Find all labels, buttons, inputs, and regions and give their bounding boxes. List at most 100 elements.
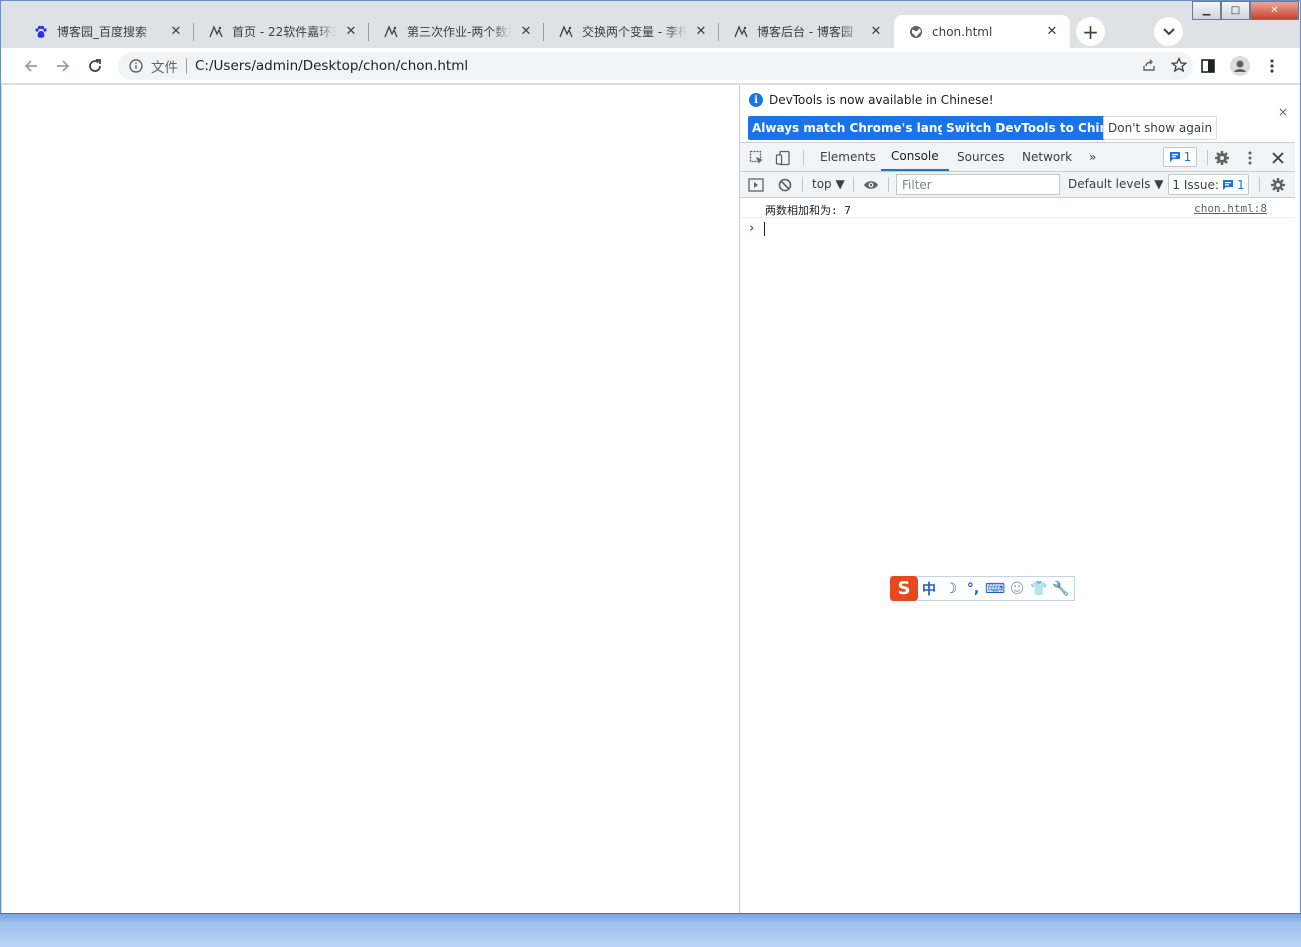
- page-viewport[interactable]: [9, 85, 739, 913]
- tab-class-home[interactable]: 首页 - 22软件嘉环3班 ✕: [194, 15, 369, 48]
- tab-blog-admin[interactable]: 博客后台 - 博客园 ✕: [719, 15, 894, 48]
- minimize-button[interactable]: ▁: [1192, 1, 1221, 20]
- sidebar-toggle-icon[interactable]: [747, 176, 765, 194]
- dont-show-again-button[interactable]: Don't show again: [1103, 116, 1218, 140]
- kebab-menu-icon: [1270, 59, 1274, 73]
- window-controls: ▁ □ ✕: [1192, 1, 1299, 21]
- tab-title: 交换两个变量 - 李梓: [582, 25, 687, 39]
- message-icon: [1169, 152, 1180, 162]
- console-message-row: 两数相加和为: 7 chon.html:8: [740, 198, 1296, 218]
- issues-count: 1: [1236, 177, 1245, 192]
- tab-search-button[interactable]: [1154, 17, 1183, 46]
- tab-swap-variables[interactable]: 交换两个变量 - 李梓 ✕: [544, 15, 719, 48]
- devtools-panel: i DevTools is now available in Chinese! …: [739, 85, 1296, 913]
- back-button[interactable]: [19, 54, 43, 78]
- arrow-right-icon: [57, 60, 70, 72]
- log-levels-dropdown[interactable]: Default levels ▼: [1068, 177, 1164, 191]
- tab-baidu-search[interactable]: 博客园_百度搜索 ✕: [19, 15, 194, 48]
- reload-icon: [89, 59, 101, 72]
- close-icon[interactable]: ✕: [868, 24, 884, 40]
- infobar-close-button[interactable]: ×: [1278, 105, 1288, 119]
- address-bar[interactable]: 文件 C:/Users/admin/Desktop/chon/chon.html: [118, 52, 1193, 80]
- issues-button[interactable]: 1 Issue: 1: [1168, 174, 1249, 195]
- info-icon[interactable]: [128, 58, 144, 74]
- punctuation-icon[interactable]: °,: [962, 576, 984, 601]
- cnblogs-icon: [383, 24, 399, 40]
- console-prompt-icon: ›: [749, 221, 755, 236]
- devtools-language-infobar: i DevTools is now available in Chinese! …: [740, 85, 1296, 143]
- close-icon[interactable]: ✕: [343, 24, 359, 40]
- console-filter-input[interactable]: Filter: [896, 174, 1060, 195]
- forward-button[interactable]: [51, 54, 75, 78]
- globe-icon: [908, 24, 924, 40]
- close-icon[interactable]: ✕: [1044, 24, 1060, 40]
- console-source-link[interactable]: chon.html:8: [1194, 202, 1267, 215]
- console-settings-gear-icon[interactable]: [1269, 176, 1287, 194]
- close-window-button[interactable]: ✕: [1250, 1, 1299, 20]
- more-tabs-button[interactable]: »: [1079, 143, 1106, 171]
- ime-language-toggle[interactable]: 中: [918, 576, 940, 601]
- menu-button[interactable]: [1260, 54, 1284, 78]
- browser-window: 博客园_百度搜索 ✕ 首页 - 22软件嘉环3班 ✕ 第三次作业-两个数加 ✕ …: [0, 0, 1301, 913]
- cnblogs-icon: [558, 24, 574, 40]
- keyboard-icon[interactable]: ⌨: [984, 576, 1006, 601]
- tab-network[interactable]: Network: [1012, 143, 1082, 171]
- baidu-paw-icon: [33, 24, 49, 40]
- infobar-message: DevTools is now available in Chinese!: [769, 93, 994, 107]
- message-icon: [1222, 179, 1233, 190]
- reload-button[interactable]: [83, 54, 107, 78]
- wrench-icon[interactable]: 🔧: [1050, 576, 1072, 601]
- cnblogs-icon: [733, 24, 749, 40]
- star-icon[interactable]: [1170, 56, 1188, 76]
- settings-gear-icon[interactable]: [1213, 149, 1231, 167]
- kebab-menu-icon[interactable]: [1241, 149, 1259, 167]
- tab-sources[interactable]: Sources: [947, 143, 1014, 171]
- device-toolbar-icon[interactable]: [774, 149, 792, 167]
- tab-title: 博客后台 - 博客园: [757, 25, 853, 39]
- arrow-left-icon: [24, 60, 37, 72]
- close-icon[interactable]: ✕: [693, 24, 709, 40]
- tab-title: chon.html: [932, 24, 993, 39]
- tab-homework-3[interactable]: 第三次作业-两个数加 ✕: [369, 15, 544, 48]
- inspect-element-icon[interactable]: [748, 149, 766, 167]
- chevron-down-icon: [1162, 27, 1175, 35]
- new-tab-button[interactable]: +: [1076, 17, 1105, 46]
- close-devtools-icon[interactable]: [1269, 149, 1287, 167]
- console-input-caret[interactable]: [764, 222, 765, 236]
- scheme-label: 文件: [151, 60, 178, 76]
- eye-icon[interactable]: [862, 176, 880, 194]
- tab-title: 首页 - 22软件嘉环3班: [232, 25, 337, 39]
- tab-chon-html[interactable]: chon.html ✕: [894, 15, 1070, 48]
- issues-label: 1 Issue:: [1172, 177, 1219, 192]
- user-icon[interactable]: ☺: [1006, 576, 1028, 601]
- tab-strip: 博客园_百度搜索 ✕ 首页 - 22软件嘉环3班 ✕ 第三次作业-两个数加 ✕ …: [1, 1, 1300, 48]
- tab-elements[interactable]: Elements: [810, 143, 886, 171]
- messages-badge[interactable]: 1: [1163, 147, 1197, 167]
- info-icon: i: [749, 93, 763, 107]
- ime-toolbar: S 中 ☽ °, ⌨ ☺ 👕 🔧: [890, 576, 1075, 601]
- url-text[interactable]: C:/Users/admin/Desktop/chon/chon.html: [195, 58, 468, 74]
- cnblogs-icon: [208, 24, 224, 40]
- tab-title: 博客园_百度搜索: [57, 25, 148, 39]
- os-taskbar: [0, 913, 1301, 947]
- devtools-tabbar: Elements Console Sources Network » 1: [740, 143, 1296, 172]
- console-toolbar: top ▼ Filter Default levels ▼ 1 Issue: 1: [740, 172, 1296, 198]
- close-icon[interactable]: ✕: [518, 24, 534, 40]
- skin-shirt-icon[interactable]: 👕: [1028, 576, 1050, 601]
- moon-icon[interactable]: ☽: [940, 576, 962, 601]
- side-panel-button[interactable]: [1196, 54, 1220, 78]
- console-message-text: 两数相加和为: 7: [765, 204, 851, 217]
- tab-console[interactable]: Console: [881, 143, 949, 171]
- profile-button[interactable]: [1228, 54, 1252, 78]
- clear-console-icon[interactable]: [776, 176, 794, 194]
- tab-title: 第三次作业-两个数加: [407, 25, 512, 39]
- avatar-icon: [1230, 56, 1250, 76]
- context-selector[interactable]: top ▼: [812, 177, 845, 191]
- maximize-button[interactable]: □: [1221, 1, 1250, 20]
- side-panel-icon: [1201, 59, 1215, 73]
- close-icon[interactable]: ✕: [168, 24, 184, 40]
- share-icon[interactable]: [1141, 57, 1157, 76]
- plus-icon: +: [1082, 19, 1099, 44]
- browser-toolbar: 文件 C:/Users/admin/Desktop/chon/chon.html: [1, 48, 1300, 84]
- sogou-logo-icon[interactable]: S: [890, 576, 918, 601]
